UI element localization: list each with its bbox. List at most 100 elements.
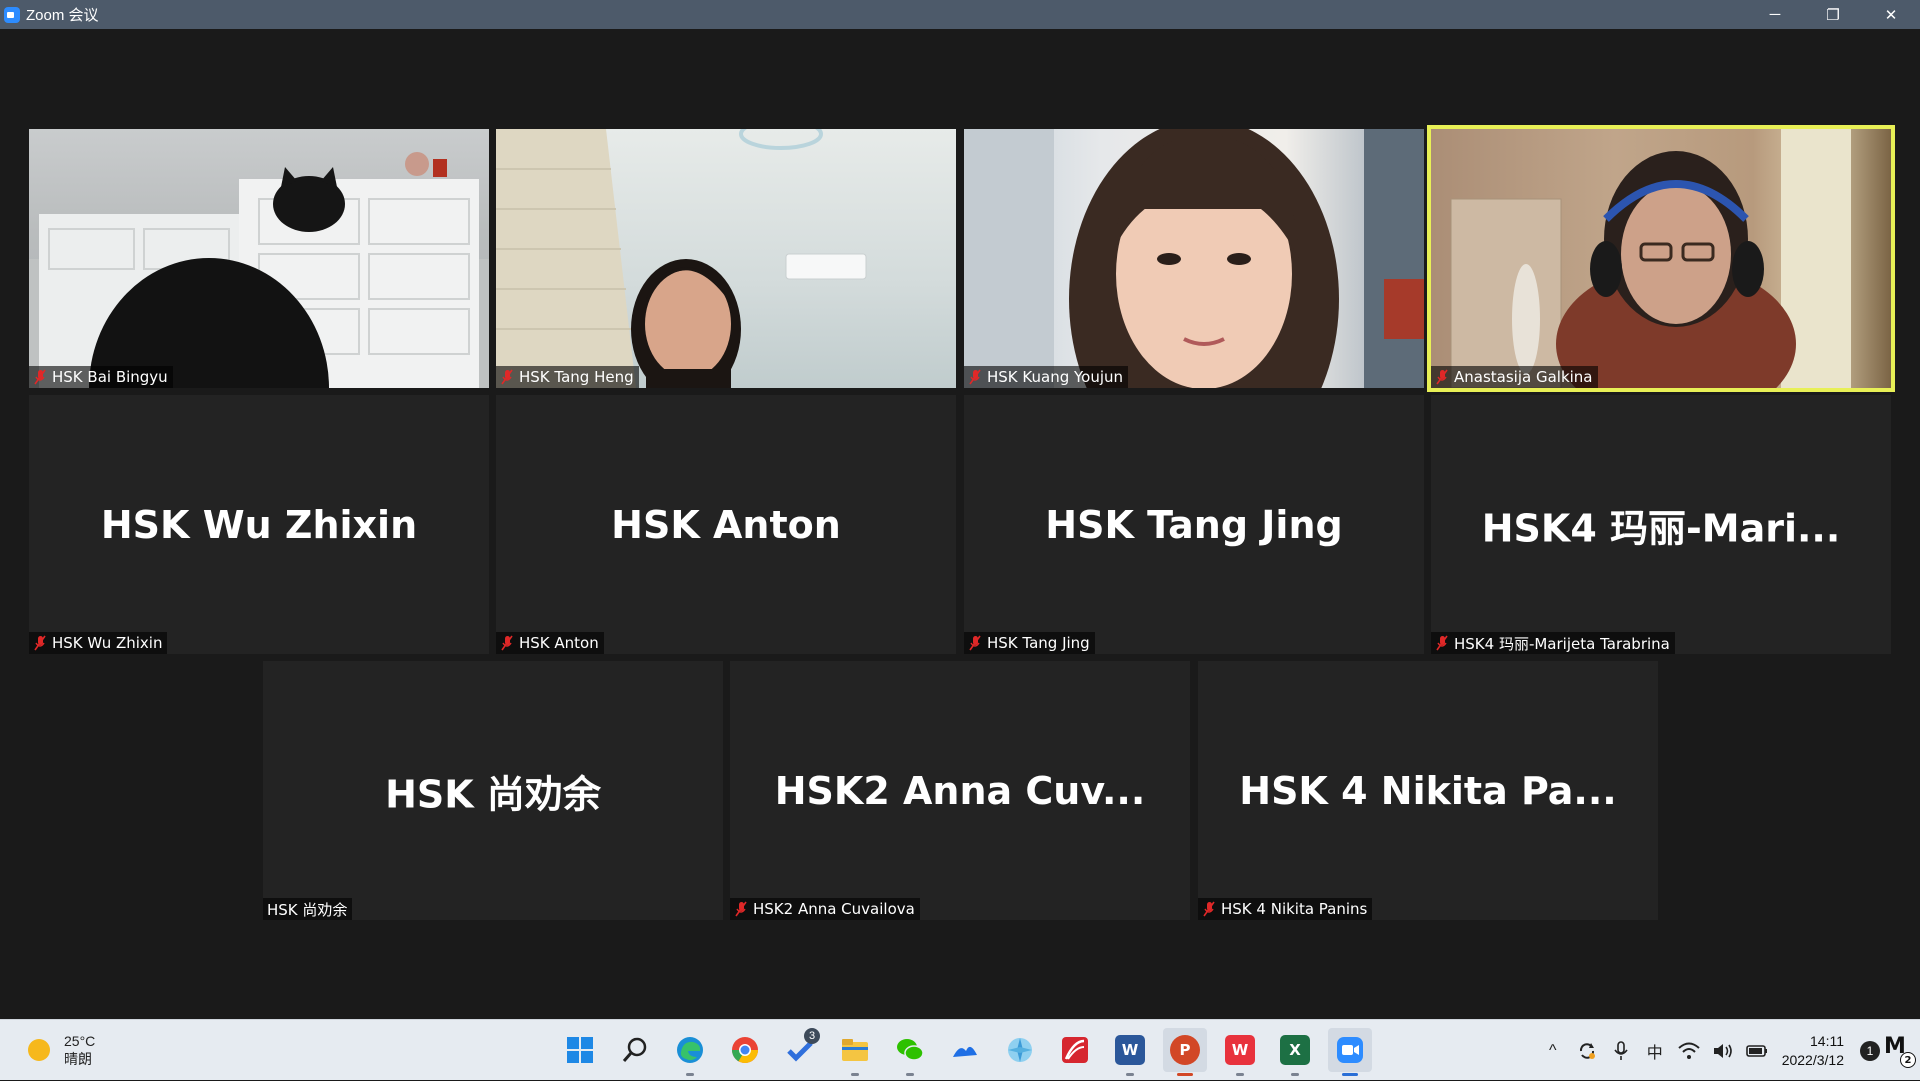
participant-tile[interactable]: HSK 4 Nikita Pa... HSK 4 Nikita Panins <box>1198 661 1658 920</box>
pinwheel-app-button[interactable] <box>998 1028 1042 1072</box>
system-tray: ^ 中 14:11 2022/3/12 1 <box>1536 1020 1920 1081</box>
participant-name-tag: HSK Kuang Youjun <box>964 366 1129 388</box>
wps-icon: W <box>1225 1035 1255 1065</box>
muted-mic-icon <box>734 901 748 917</box>
participant-name: HSK Bai Bingyu <box>52 368 168 386</box>
participant-tile[interactable]: HSK4 玛丽-Mari... HSK4 玛丽-Marijeta Tarabri… <box>1431 395 1891 654</box>
corner-count-badge: 2 <box>1900 1052 1916 1068</box>
word-button[interactable]: W <box>1108 1028 1152 1076</box>
search-icon <box>622 1037 647 1062</box>
participant-name: HSK Wu Zhixin <box>52 634 163 652</box>
participant-name-tag: HSK Wu Zhixin <box>29 632 168 654</box>
clock-date: 2022/3/12 <box>1781 1051 1844 1068</box>
muted-mic-icon <box>500 635 514 651</box>
todo-badge: 3 <box>804 1028 820 1044</box>
muted-mic-icon <box>1435 369 1449 385</box>
participant-name-tag: HSK Tang Heng <box>496 366 639 388</box>
show-hidden-icons-chevron-icon[interactable]: ^ <box>1538 1036 1568 1066</box>
powerpoint-button[interactable]: P <box>1163 1028 1207 1076</box>
microphone-icon[interactable] <box>1606 1036 1636 1066</box>
clock[interactable]: 14:11 2022/3/12 <box>1782 1032 1844 1070</box>
zoom-button[interactable] <box>1328 1028 1372 1076</box>
pinwheel-icon <box>1008 1038 1032 1062</box>
muted-mic-icon <box>968 635 982 651</box>
window-title: Zoom 会议 <box>26 7 99 24</box>
file-explorer-icon <box>842 1039 868 1061</box>
participant-tile-active-speaker[interactable]: Anastasija Galkina <box>1427 125 1895 392</box>
sync-icon[interactable] <box>1572 1036 1602 1066</box>
participant-tile[interactable]: HSK Kuang Youjun <box>964 129 1424 388</box>
muted-mic-icon <box>500 369 514 385</box>
participant-name: HSK Tang Heng <box>519 368 634 386</box>
weather-condition: 晴朗 <box>64 1051 92 1067</box>
participant-video <box>29 129 489 388</box>
participant-name-tag: HSK Bai Bingyu <box>29 366 173 388</box>
participant-video <box>496 129 956 388</box>
zoom-icon <box>1337 1037 1363 1063</box>
participant-name: HSK 4 Nikita Panins <box>1221 900 1368 918</box>
participant-display-name: HSK Wu Zhixin <box>100 502 418 547</box>
participant-name: HSK Tang Jing <box>987 634 1090 652</box>
participant-tile[interactable]: HSK 尚劝余 HSK 尚劝余 <box>263 661 723 920</box>
word-icon: W <box>1115 1035 1145 1065</box>
participant-tile[interactable]: HSK Tang Jing HSK Tang Jing <box>964 395 1424 654</box>
minimize-button[interactable]: ─ <box>1746 0 1804 29</box>
close-button[interactable]: ✕ <box>1862 0 1920 29</box>
wechat-icon <box>897 1039 924 1061</box>
wechat-button[interactable] <box>888 1028 932 1076</box>
file-explorer-button[interactable] <box>833 1028 877 1076</box>
red-app-button[interactable] <box>1053 1028 1097 1072</box>
search-button[interactable] <box>613 1028 657 1072</box>
participant-name: HSK2 Anna Cuvailova <box>753 900 915 918</box>
edge-button[interactable] <box>668 1028 712 1076</box>
window-titlebar: Zoom 会议 ─ ❐ ✕ <box>0 0 1920 29</box>
muted-mic-icon <box>968 369 982 385</box>
user-corner-icon[interactable]: M 2 <box>1884 1034 1916 1068</box>
volume-icon[interactable] <box>1708 1036 1738 1066</box>
participant-display-name: HSK 尚劝余 <box>385 772 601 816</box>
edge-icon <box>677 1037 703 1063</box>
input-method-indicator[interactable]: 中 <box>1640 1036 1670 1066</box>
participant-name: HSK Kuang Youjun <box>987 368 1124 386</box>
participant-tile[interactable]: HSK Bai Bingyu <box>29 129 489 388</box>
participant-display-name: HSK Anton <box>611 502 841 547</box>
start-button[interactable] <box>558 1028 602 1072</box>
participant-name-tag: HSK4 玛丽-Marijeta Tarabrina <box>1431 632 1675 654</box>
excel-icon: X <box>1280 1035 1310 1065</box>
participant-name-tag: HSK2 Anna Cuvailova <box>730 898 920 920</box>
wps-button[interactable]: W <box>1218 1028 1262 1076</box>
participant-tile[interactable]: HSK Anton HSK Anton <box>496 395 956 654</box>
participant-video <box>964 129 1424 388</box>
participant-name-tag: HSK Tang Jing <box>964 632 1095 654</box>
participant-name-tag: HSK 4 Nikita Panins <box>1198 898 1373 920</box>
participant-display-name: HSK2 Anna Cuv... <box>774 768 1146 813</box>
restore-button[interactable]: ❐ <box>1804 0 1862 29</box>
taskbar-apps: 3 W P W X <box>558 1028 1383 1076</box>
clock-time: 14:11 <box>1810 1032 1844 1049</box>
participant-tile[interactable]: HSK Tang Heng <box>496 129 956 388</box>
participant-tile[interactable]: HSK Wu Zhixin HSK Wu Zhixin <box>29 395 489 654</box>
wifi-icon[interactable] <box>1674 1036 1704 1066</box>
feishu-button[interactable] <box>943 1028 987 1072</box>
participant-name-tag: HSK Anton <box>496 632 604 654</box>
muted-mic-icon <box>33 635 47 651</box>
participant-name: HSK4 玛丽-Marijeta Tarabrina <box>1454 634 1670 653</box>
start-icon <box>567 1037 593 1063</box>
participant-name: HSK 尚劝余 <box>267 900 348 919</box>
weather-temperature: 25°C <box>64 1033 96 1049</box>
battery-charging-icon[interactable] <box>1742 1036 1772 1066</box>
participant-tile[interactable]: HSK2 Anna Cuv... HSK2 Anna Cuvailova <box>730 661 1190 920</box>
powerpoint-icon: P <box>1170 1035 1200 1065</box>
participant-display-name: HSK Tang Jing <box>1045 502 1343 547</box>
feishu-icon <box>953 1046 977 1057</box>
red-app-icon <box>1062 1037 1088 1063</box>
chrome-button[interactable] <box>723 1028 767 1072</box>
todo-button[interactable]: 3 <box>778 1028 822 1072</box>
notification-center-badge[interactable]: 1 <box>1860 1040 1880 1061</box>
participant-display-name: HSK 4 Nikita Pa... <box>1239 768 1617 813</box>
muted-mic-icon <box>1202 901 1216 917</box>
sunny-icon <box>28 1039 50 1061</box>
participant-video <box>1431 129 1891 388</box>
weather-widget[interactable]: 25°C 晴朗 <box>28 1032 95 1068</box>
excel-button[interactable]: X <box>1273 1028 1317 1076</box>
